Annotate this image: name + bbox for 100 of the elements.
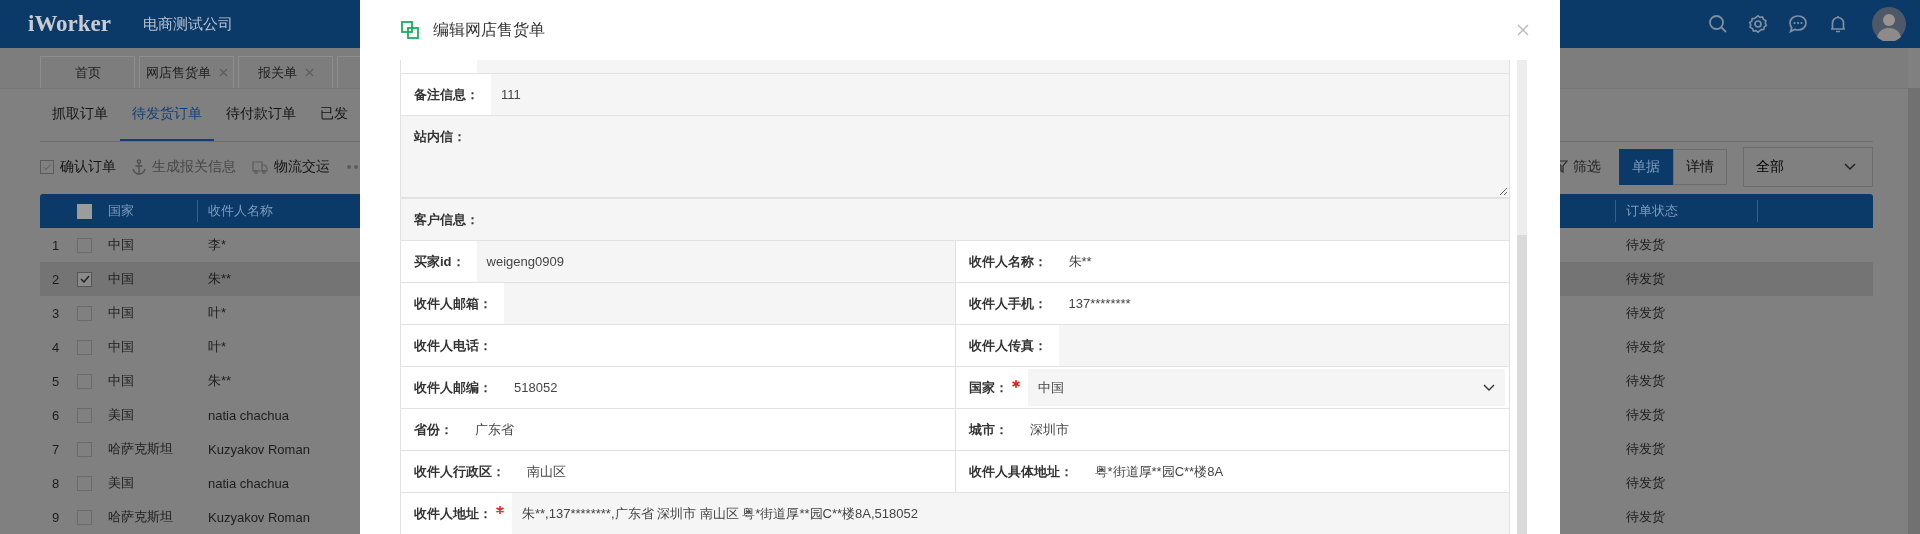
close-icon[interactable] <box>304 68 314 77</box>
row-number: 8 <box>52 475 60 491</box>
search-icon[interactable] <box>1708 14 1728 34</box>
table-cell: 中国 <box>108 236 134 254</box>
input-field[interactable] <box>1058 325 1509 366</box>
input-field[interactable]: weigeng0909 <box>476 241 955 282</box>
table-cell: 中国 <box>108 338 134 356</box>
row-number: 5 <box>52 373 60 389</box>
sub-tab[interactable]: 待发货订单 <box>120 89 214 141</box>
field-label: 站内信： <box>413 128 467 146</box>
column-header[interactable]: 收件人名称 <box>208 202 273 220</box>
field-value: 518052 <box>513 379 559 397</box>
chevron-icon <box>1844 162 1856 171</box>
table-cell: 中国 <box>108 270 134 288</box>
table-cell: 待发货 <box>1626 372 1665 390</box>
resize-grip-icon[interactable] <box>1499 187 1507 195</box>
copy-icon <box>401 21 419 39</box>
close-icon[interactable] <box>1517 24 1529 36</box>
table-cell: 待发货 <box>1626 304 1665 322</box>
field-label: 收件人地址： <box>413 504 493 523</box>
table-cell: 待发货 <box>1626 508 1665 526</box>
logo: iWorker <box>28 11 112 37</box>
field-value: 深圳市 <box>1028 420 1070 439</box>
sub-tab[interactable]: 已发 <box>308 89 360 141</box>
chevron-icon <box>1483 383 1495 392</box>
field-value: 粤*街道厚**园C**楼8A <box>1093 462 1225 481</box>
field-value: 朱** <box>1067 252 1093 271</box>
more-icon[interactable] <box>346 163 360 170</box>
input-field[interactable]: 朱**,137********,广东省 深圳市 南山区 粤*街道厚**园C**楼8A,518052 <box>512 493 1509 534</box>
table-cell: 叶* <box>208 338 227 356</box>
row-number: 7 <box>52 441 60 457</box>
page-tab[interactable]: 报关单 <box>238 56 333 88</box>
company-name: 电商测试公司 <box>143 14 234 34</box>
table-cell: 待发货 <box>1626 474 1665 492</box>
check-icon <box>79 275 90 283</box>
row-number: 3 <box>52 305 60 321</box>
field-value: 广东省 <box>474 420 515 439</box>
checkbox-icon <box>40 159 54 174</box>
message-textarea[interactable]: 站内信： <box>401 116 1509 197</box>
table-cell: 待发货 <box>1626 406 1665 424</box>
field-value: 南山区 <box>526 462 567 481</box>
table-cell: 中国 <box>108 304 134 322</box>
page-tab[interactable]: 网店售货单 <box>139 56 234 88</box>
sub-tab[interactable]: 抓取订单 <box>40 89 120 141</box>
table-cell: natia chachua <box>208 475 289 491</box>
field-label: 收件人行政区： <box>413 462 506 481</box>
field-label: 买家id： <box>413 252 466 271</box>
input-field[interactable] <box>504 283 955 324</box>
avatar[interactable] <box>1872 7 1906 41</box>
row-number: 1 <box>52 237 60 253</box>
section-title: 客户信息： <box>413 210 480 229</box>
table-cell: 待发货 <box>1626 270 1665 288</box>
table-cell: Kuzyakov Roman <box>208 441 310 457</box>
field-label: 收件人具体地址： <box>967 462 1074 481</box>
table-cell: 哈萨克斯坦 <box>108 440 173 458</box>
table-cell: 待发货 <box>1626 440 1665 458</box>
close-icon[interactable] <box>218 68 228 77</box>
column-header[interactable]: 国家 <box>108 202 134 220</box>
select-field[interactable]: 中国 <box>1027 369 1505 406</box>
row-number: 6 <box>52 407 60 423</box>
checkbox[interactable] <box>77 203 92 219</box>
row-number: 2 <box>52 271 60 287</box>
field-label: 收件人电话： <box>413 336 493 355</box>
dialog-title: 编辑网店售货单 <box>433 19 545 40</box>
view-toggle[interactable]: 单据 <box>1619 148 1673 185</box>
table-cell: Kuzyakov Roman <box>208 509 310 525</box>
view-toggle[interactable]: 详情 <box>1673 148 1727 185</box>
sub-tab[interactable]: 待付款订单 <box>214 89 308 141</box>
truck-icon <box>252 159 268 174</box>
table-cell: natia chachua <box>208 407 289 423</box>
settings-icon[interactable] <box>1748 14 1768 34</box>
scrollbar[interactable] <box>1517 60 1527 534</box>
column-header[interactable]: 订单状态 <box>1626 202 1678 220</box>
bell-icon[interactable] <box>1828 14 1848 34</box>
field-label: 收件人传真： <box>967 336 1048 355</box>
anchor-icon <box>132 158 146 175</box>
field-label: 备注信息： <box>413 85 480 104</box>
checkbox[interactable] <box>77 271 92 287</box>
toolbar-button[interactable]: 物流交运 <box>252 157 330 176</box>
field-label: 城市： <box>967 420 1009 439</box>
field-label: 收件人手机： <box>967 294 1048 313</box>
table-cell: 待发货 <box>1626 338 1665 356</box>
page-tab[interactable]: 首页 <box>40 56 135 88</box>
row-number: 9 <box>52 509 60 525</box>
table-cell: 朱** <box>208 372 232 390</box>
input-field[interactable]: 111 <box>491 74 1509 115</box>
table-cell: 美国 <box>108 474 134 492</box>
table-cell: 中国 <box>108 372 134 390</box>
chat-icon[interactable] <box>1788 14 1808 34</box>
field-label: 收件人邮编： <box>413 378 493 397</box>
field-label: 收件人名称： <box>967 252 1048 271</box>
field-label: 国家： <box>967 378 1009 397</box>
field-label: 省份： <box>413 420 454 439</box>
status-select[interactable]: 全部 <box>1743 146 1873 187</box>
toolbar-button[interactable]: 确认订单 <box>40 157 116 176</box>
table-cell: 朱** <box>208 270 232 288</box>
table-cell: 美国 <box>108 406 134 424</box>
field-label: 收件人邮箱： <box>413 294 493 313</box>
table-cell: 哈萨克斯坦 <box>108 508 173 526</box>
row-number: 4 <box>52 339 60 355</box>
